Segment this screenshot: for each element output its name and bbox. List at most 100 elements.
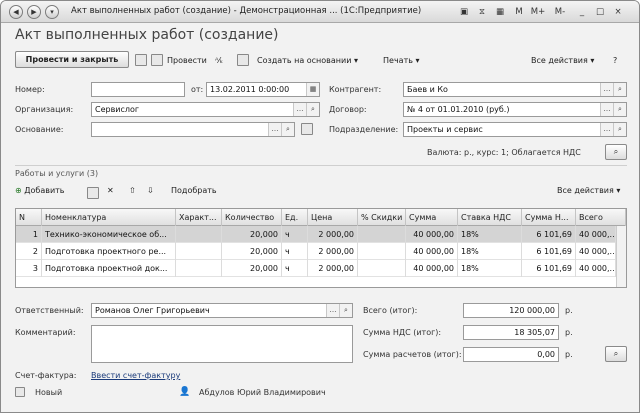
memory-minus-button[interactable]: M- [551, 5, 569, 19]
cell-sum[interactable]: 40 000,00 [406, 260, 458, 277]
open-search-icon[interactable]: ⌕ [306, 103, 319, 116]
cell-vat-rate[interactable]: 18% [458, 260, 522, 277]
cell-vat-sum[interactable]: 6 101,69 [522, 226, 576, 243]
delete-row-icon[interactable]: ✕ [107, 184, 114, 198]
table-all-actions-button[interactable]: Все действия ▾ [557, 184, 620, 198]
table-row[interactable]: 2 Подготовка проектного ре... 20,000 ч 2… [16, 243, 626, 260]
division-field[interactable]: Проекты и сервис … ⌕ [403, 122, 627, 137]
cell-unit[interactable]: ч [282, 260, 308, 277]
maximize-button[interactable]: □ [593, 5, 607, 19]
movements-icon[interactable]: ᴬ⁄ₖ [215, 54, 223, 68]
menu-icon[interactable]: ▾ [45, 5, 59, 19]
column-header[interactable]: Цена [308, 209, 358, 226]
minimize-button[interactable]: _ [575, 5, 589, 19]
column-header[interactable]: Номенклатура [42, 209, 176, 226]
cell-unit[interactable]: ч [282, 243, 308, 260]
cell-discount[interactable] [358, 260, 406, 277]
table-row[interactable]: 1 Технико-экономическое об... 20,000 ч 2… [16, 226, 626, 243]
number-field[interactable] [91, 82, 185, 97]
cell-item[interactable]: Подготовка проектной док... [42, 260, 176, 277]
cell-total[interactable]: 40 000,... [576, 260, 616, 277]
column-header[interactable]: Количество [222, 209, 282, 226]
table-row[interactable]: 3 Подготовка проектной док... 20,000 ч 2… [16, 260, 626, 277]
cell-unit[interactable]: ч [282, 226, 308, 243]
cell-price[interactable]: 2 000,00 [308, 260, 358, 277]
move-up-icon[interactable]: ⇧ [129, 184, 136, 198]
cell-total[interactable]: 40 000,... [576, 243, 616, 260]
column-header[interactable]: N [16, 209, 42, 226]
post-icon[interactable] [151, 54, 163, 66]
cell-discount[interactable] [358, 226, 406, 243]
open-search-icon[interactable]: ⌕ [339, 304, 352, 317]
add-row-button[interactable]: ⊕ Добавить [15, 184, 65, 198]
column-header[interactable]: Ставка НДС [458, 209, 522, 226]
cell-characteristic[interactable] [176, 243, 222, 260]
cell-characteristic[interactable] [176, 226, 222, 243]
post-and-close-button[interactable]: Провести и закрыть [15, 51, 129, 68]
settlement-search-icon[interactable]: ⌕ [605, 346, 627, 362]
select-dots-icon[interactable]: … [600, 103, 613, 116]
forward-icon[interactable]: ▶ [27, 5, 41, 19]
select-dots-icon[interactable]: … [268, 123, 281, 136]
pick-button[interactable]: Подобрать [171, 184, 217, 198]
close-button[interactable]: × [611, 5, 625, 19]
organization-field[interactable]: Сервислог … ⌕ [91, 102, 320, 117]
column-header[interactable]: Характ... [176, 209, 222, 226]
cell-vat-rate[interactable]: 18% [458, 226, 522, 243]
cell-vat-rate[interactable]: 18% [458, 243, 522, 260]
date-field[interactable]: 13.02.2011 0:00:00 ▦ [206, 82, 320, 97]
column-header[interactable]: Сумма [406, 209, 458, 226]
cell-price[interactable]: 2 000,00 [308, 226, 358, 243]
column-header[interactable]: Сумма Н... [522, 209, 576, 226]
cell-vat-sum[interactable]: 6 101,69 [522, 260, 576, 277]
select-dots-icon[interactable]: … [293, 103, 306, 116]
cell-sum[interactable]: 40 000,00 [406, 243, 458, 260]
help-icon[interactable]: ? [613, 54, 617, 68]
comment-field[interactable] [91, 325, 353, 363]
cell-quantity[interactable]: 20,000 [222, 226, 282, 243]
counterparty-field[interactable]: Баев и Ко … ⌕ [403, 82, 627, 97]
open-search-icon[interactable]: ⌕ [613, 83, 626, 96]
print-preview-icon[interactable] [237, 54, 249, 66]
post-button[interactable]: Провести [167, 54, 207, 68]
cell-quantity[interactable]: 20,000 [222, 243, 282, 260]
copy-row-icon[interactable] [87, 187, 99, 199]
memory-m-button[interactable]: M [513, 5, 525, 19]
open-search-icon[interactable]: ⌕ [281, 123, 294, 136]
select-dots-icon[interactable]: … [600, 123, 613, 136]
enter-invoice-link[interactable]: Ввести счет-фактуру [91, 371, 180, 380]
history-icon[interactable]: ⧖ [475, 5, 489, 19]
cell-discount[interactable] [358, 243, 406, 260]
cell-vat-sum[interactable]: 6 101,69 [522, 243, 576, 260]
save-icon[interactable]: ▣ [457, 5, 471, 19]
cell-item[interactable]: Технико-экономическое об... [42, 226, 176, 243]
basis-field[interactable]: … ⌕ [91, 122, 295, 137]
calendar-icon[interactable]: ▦ [306, 83, 319, 96]
cell-price[interactable]: 2 000,00 [308, 243, 358, 260]
contract-field[interactable]: № 4 от 01.01.2010 (руб.) … ⌕ [403, 102, 627, 117]
save-icon[interactable] [135, 54, 147, 66]
select-dots-icon[interactable]: … [600, 83, 613, 96]
select-dots-icon[interactable]: … [326, 304, 339, 317]
responsible-field[interactable]: Романов Олег Григорьевич … ⌕ [91, 303, 353, 318]
print-button[interactable]: Печать ▾ [383, 54, 420, 68]
table-scrollbar[interactable] [616, 226, 626, 287]
cell-characteristic[interactable] [176, 260, 222, 277]
column-header[interactable]: Всего [576, 209, 626, 226]
all-actions-button[interactable]: Все действия ▾ [531, 54, 594, 68]
cell-total[interactable]: 40 000,... [576, 226, 616, 243]
calculator-icon[interactable]: ▦ [493, 5, 507, 19]
cell-sum[interactable]: 40 000,00 [406, 226, 458, 243]
open-search-icon[interactable]: ⌕ [613, 123, 626, 136]
column-header[interactable]: Ед. [282, 209, 308, 226]
cell-item[interactable]: Подготовка проектного ре... [42, 243, 176, 260]
column-header[interactable]: % Скидки [358, 209, 406, 226]
currency-search-icon[interactable]: ⌕ [605, 144, 627, 160]
move-down-icon[interactable]: ⇩ [147, 184, 154, 198]
create-based-on-button[interactable]: Создать на основании ▾ [257, 54, 358, 68]
open-search-icon[interactable]: ⌕ [613, 103, 626, 116]
back-icon[interactable]: ◀ [9, 5, 23, 19]
cell-quantity[interactable]: 20,000 [222, 260, 282, 277]
memory-plus-button[interactable]: M+ [529, 5, 547, 19]
fill-by-basis-icon[interactable] [301, 123, 313, 135]
